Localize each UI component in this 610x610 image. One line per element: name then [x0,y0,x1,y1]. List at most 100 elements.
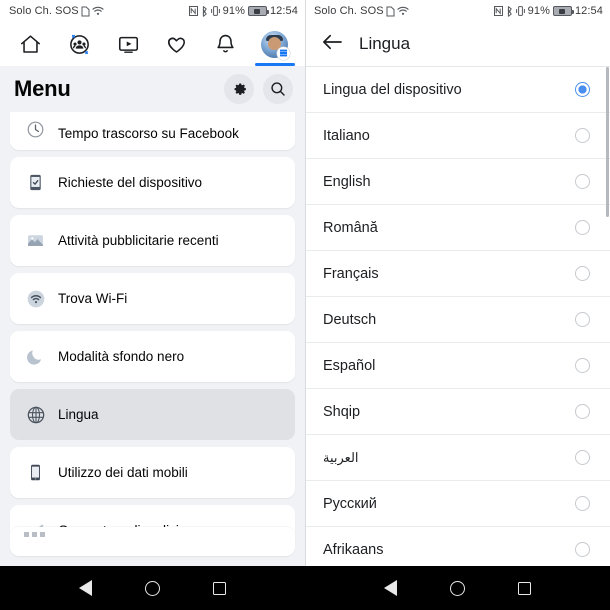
back-triangle-icon [79,580,92,596]
tab-menu[interactable] [253,24,297,66]
home-circle-icon [145,580,160,596]
menu-item-label: Tempo trascorso su Facebook [58,126,239,141]
language-label: Español [323,357,376,374]
language-label: Français [323,265,379,282]
radio-button-selected[interactable] [575,82,590,97]
language-row-english[interactable]: English [305,159,610,205]
android-recents-button[interactable] [516,580,533,597]
radio-button[interactable] [575,128,590,143]
language-row-italiano[interactable]: Italiano [305,113,610,159]
android-recents-button[interactable] [211,580,228,597]
bluetooth-icon [506,5,513,17]
language-row-francais[interactable]: Français [305,251,610,297]
android-nav-right [305,566,610,610]
status-bar-left-group: Solo Ch. SOS [314,5,409,17]
menu-item-mobile-data-usage[interactable]: Utilizzo dei dati mobili [10,447,295,498]
android-navigation-bar [0,566,610,610]
status-bar-right-group: 91% 12:54 [188,5,298,17]
menu-item-recent-ad-activity[interactable]: Attività pubblicitarie recenti [10,215,295,266]
recents-square-icon [518,581,531,595]
menu-item-label: Modalità sfondo nero [58,349,185,364]
phone-icon [24,461,47,484]
tab-home[interactable] [8,24,52,64]
android-home-button[interactable] [144,580,161,597]
battery-percent-label: 91% [222,5,245,17]
language-row-romana[interactable]: Română [305,205,610,251]
radio-button[interactable] [575,312,590,327]
language-row-espanol[interactable]: Español [305,343,610,389]
nfc-icon [493,6,503,16]
battery-charging-icon [247,6,269,16]
gear-icon [234,82,246,95]
menu-list: Tempo trascorso su Facebook Richieste de… [0,112,305,556]
language-row-arabic[interactable]: العربية [305,435,610,481]
language-label: Shqip [323,403,361,420]
back-button[interactable] [321,33,343,56]
menu-item-label: Utilizzo dei dati mobili [58,465,188,480]
tab-dating[interactable] [155,24,199,64]
tab-groups[interactable] [57,24,101,64]
status-bar-right-group: 91% 12:54 [493,5,603,17]
menu-header-actions [224,74,293,104]
android-back-button[interactable] [77,580,94,597]
menu-item-label: Richieste del dispositivo [58,175,203,190]
groups-icon [69,34,89,54]
language-label: English [323,173,371,190]
bluetooth-icon [201,5,208,17]
tab-watch[interactable] [106,24,150,64]
facebook-tab-bar [0,22,305,66]
search-button[interactable] [263,74,293,104]
radio-button[interactable] [575,266,590,281]
globe-icon [24,403,47,426]
menu-item-partial-next[interactable] [10,527,295,541]
radio-button[interactable] [575,496,590,511]
language-page-title: Lingua [359,34,411,53]
language-label: Italiano [323,127,370,144]
wifi-icon [397,6,409,16]
status-bar-left: Solo Ch. SOS 91% 12:54 [0,0,305,22]
language-label: Deutsch [323,311,377,328]
language-list: Lingua del dispositivo Italiano English … [305,66,610,573]
radio-button[interactable] [575,542,590,557]
menu-item-device-requests[interactable]: Richieste del dispositivo [10,157,295,208]
battery-percent-label: 91% [527,5,550,17]
language-row-device[interactable]: Lingua del dispositivo [305,67,610,113]
radio-button[interactable] [575,358,590,373]
language-row-shqip[interactable]: Shqip [305,389,610,435]
search-icon [271,82,285,96]
carrier-label: Solo Ch. SOS [314,5,384,17]
home-circle-icon [450,580,465,596]
menu-item-label: Trova Wi-Fi [58,291,128,306]
menu-item-find-wifi[interactable]: Trova Wi-Fi [10,273,295,324]
menu-item-language[interactable]: Lingua [10,389,295,440]
hearts-icon [168,37,186,53]
radio-button[interactable] [575,220,590,235]
radio-button[interactable] [575,404,590,419]
active-tab-underline [254,63,295,66]
menu-item-time-on-facebook[interactable]: Tempo trascorso su Facebook [10,112,295,150]
android-home-button[interactable] [449,580,466,597]
clock-label: 12:54 [269,5,298,17]
radio-button[interactable] [575,450,590,465]
radio-button[interactable] [575,174,590,189]
hamburger-badge-icon [277,46,291,60]
language-row-russian[interactable]: Русский [305,481,610,527]
android-back-button[interactable] [382,580,399,597]
menu-item-label: Attività pubblicitarie recenti [58,233,219,248]
settings-button[interactable] [224,74,254,104]
recents-square-icon [213,581,226,595]
vibrate-icon [515,6,525,16]
sim-card-icon [386,6,395,17]
vibrate-icon [210,6,220,16]
scrollbar[interactable] [606,67,609,217]
right-panel-language-picker: Solo Ch. SOS 91% 12:54 Lingua Lingua del… [305,0,610,610]
menu-item-dark-mode[interactable]: Modalità sfondo nero [10,331,295,382]
language-label: العربية [323,449,359,465]
dual-screenshot: Solo Ch. SOS 91% 12:54 Menu Tempo trasco… [0,0,610,610]
menu-item-label: Lingua [58,407,99,422]
back-arrow-icon [323,34,342,49]
android-nav-left [0,566,305,610]
moon-icon [24,345,47,368]
language-row-deutsch[interactable]: Deutsch [305,297,610,343]
tab-notifications[interactable] [204,24,248,64]
